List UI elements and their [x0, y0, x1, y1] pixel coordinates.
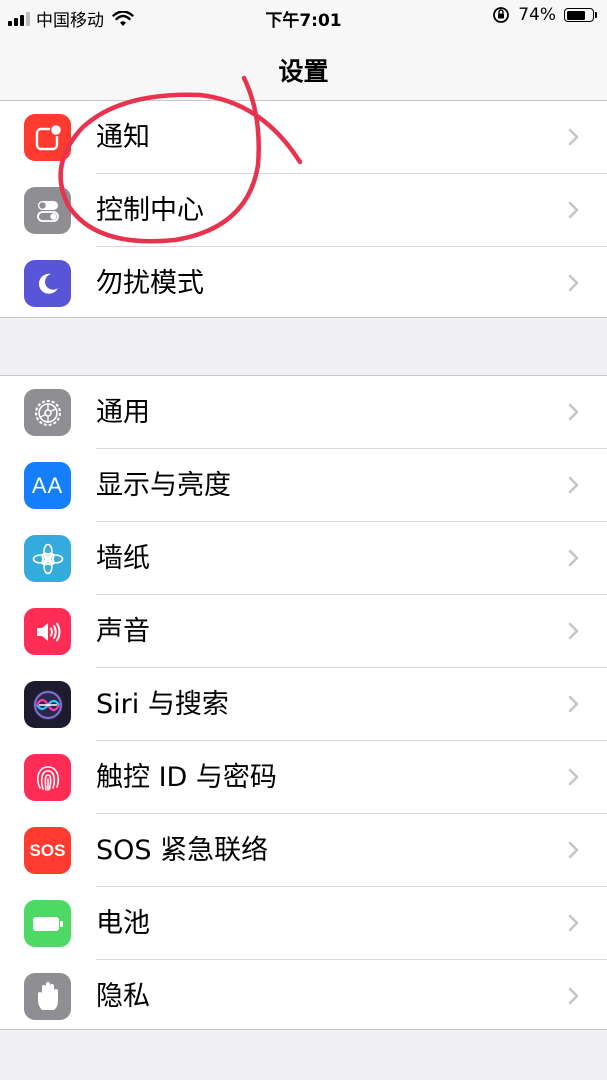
siri-icon	[24, 681, 71, 728]
row-label: Siri 与搜索	[96, 689, 229, 720]
settings-row-wallpaper[interactable]: 墙纸	[0, 522, 607, 595]
battery-percentage: 74%	[518, 5, 556, 25]
settings-row-control-center[interactable]: 控制中心	[0, 174, 607, 247]
chevron-right-icon	[568, 695, 579, 713]
settings-group-1: 通知 控制中心 勿扰模式	[0, 100, 607, 318]
row-label: 墙纸	[96, 543, 150, 574]
settings-row-privacy[interactable]: 隐私	[0, 960, 607, 1033]
privacy-hand-icon	[24, 973, 71, 1020]
sos-icon: SOS	[24, 827, 71, 874]
row-label: 勿扰模式	[96, 268, 204, 299]
row-label: 隐私	[96, 981, 150, 1012]
gear-icon	[24, 389, 71, 436]
battery-icon	[24, 900, 71, 947]
status-bar: 中国移动 下午7:01 74%	[0, 0, 607, 34]
control-center-icon	[24, 187, 71, 234]
settings-row-do-not-disturb[interactable]: 勿扰模式	[0, 247, 607, 320]
chevron-right-icon	[568, 622, 579, 640]
row-label: 触控 ID 与密码	[96, 762, 277, 793]
chevron-right-icon	[568, 768, 579, 786]
row-label: 显示与亮度	[96, 470, 231, 501]
row-label: SOS 紧急联络	[96, 835, 269, 866]
chevron-right-icon	[568, 403, 579, 421]
chevron-right-icon	[568, 914, 579, 932]
wallpaper-flower-icon	[24, 535, 71, 582]
settings-row-sounds[interactable]: 声音	[0, 595, 607, 668]
battery-status-icon	[564, 8, 597, 22]
row-label: 通用	[96, 397, 150, 428]
row-label: 控制中心	[96, 195, 204, 226]
display-icon-text: AA	[31, 472, 64, 498]
chevron-right-icon	[568, 476, 579, 494]
settings-row-siri-search[interactable]: Siri 与搜索	[0, 668, 607, 741]
row-label: 通知	[96, 122, 150, 153]
settings-group-2: 通用 AA 显示与亮度 墙纸 声音 Siri 与搜索 触控 ID 与密码 SOS…	[0, 375, 607, 1030]
chevron-right-icon	[568, 549, 579, 567]
moon-icon	[24, 260, 71, 307]
chevron-right-icon	[568, 128, 579, 146]
speaker-icon	[24, 608, 71, 655]
chevron-right-icon	[568, 841, 579, 859]
settings-row-general[interactable]: 通用	[0, 376, 607, 449]
fingerprint-icon	[24, 754, 71, 801]
rotation-lock-icon	[493, 7, 510, 23]
display-brightness-icon: AA	[24, 462, 71, 509]
navigation-bar: 设置	[0, 34, 607, 104]
settings-row-notifications[interactable]: 通知	[0, 101, 607, 174]
settings-row-display-brightness[interactable]: AA 显示与亮度	[0, 449, 607, 522]
sos-icon-text: SOS	[29, 840, 66, 860]
chevron-right-icon	[568, 987, 579, 1005]
row-label: 声音	[96, 616, 150, 647]
settings-row-emergency-sos[interactable]: SOS SOS 紧急联络	[0, 814, 607, 887]
row-label: 电池	[96, 908, 150, 939]
chevron-right-icon	[568, 274, 579, 292]
notifications-icon	[24, 114, 71, 161]
settings-row-battery[interactable]: 电池	[0, 887, 607, 960]
page-title: 设置	[278, 57, 329, 86]
chevron-right-icon	[568, 201, 579, 219]
settings-row-touch-id-passcode[interactable]: 触控 ID 与密码	[0, 741, 607, 814]
